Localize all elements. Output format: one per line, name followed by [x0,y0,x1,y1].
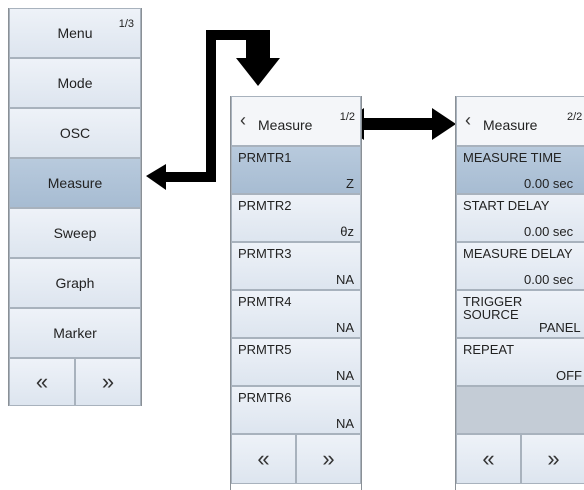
prmtr6-button[interactable]: PRMTR6 NA [231,386,361,434]
measure-delay-value: 0.00 sec [524,272,574,287]
prmtr3-button[interactable]: PRMTR3 NA [231,242,361,290]
measure-button[interactable]: Measure [9,158,141,208]
measure1-prev-button[interactable]: « [231,434,296,484]
empty-slot [456,386,584,434]
measure1-next-button[interactable]: » [296,434,361,484]
measure-button-label: Measure [47,175,103,191]
measure-title-1: Measure [258,117,313,133]
repeat-value: OFF [556,368,582,383]
start-delay-button[interactable]: START DELAY 0.00 sec [456,194,584,242]
prmtr3-value: NA [335,272,354,287]
menu-button-label: Menu [57,25,93,41]
prmtr2-label: PRMTR2 [238,198,292,213]
measure2-next-button[interactable]: » [521,434,584,484]
measure-page-indicator-1: 1/2 [339,111,355,123]
measure-page-indicator-2: 2/2 [567,111,583,123]
menu-button[interactable]: Menu 1/3 [9,8,141,58]
prmtr4-label: PRMTR4 [238,294,292,309]
marker-button[interactable]: Marker [9,308,141,358]
mode-button[interactable]: Mode [9,58,141,108]
menu-panel: Menu 1/3 Mode OSC Measure Sweep Graph Ma… [8,8,142,406]
repeat-button[interactable]: REPEAT OFF [456,338,584,386]
trigger-source-button[interactable]: TRIGGER SOURCE PANEL [456,290,584,338]
measure2-prev-button[interactable]: « [456,434,521,484]
osc-button-label: OSC [59,125,91,141]
prmtr1-label: PRMTR1 [238,150,292,165]
prmtr4-button[interactable]: PRMTR4 NA [231,290,361,338]
prmtr1-value: Z [346,176,354,191]
menu-prev-button[interactable]: « [9,358,75,406]
measure-title-2: Measure [483,117,538,133]
prmtr1-button[interactable]: PRMTR1 Z [231,146,361,194]
measure-nav-row-2: « » [456,434,584,484]
osc-button[interactable]: OSC [9,108,141,158]
graph-button-label: Graph [55,275,95,291]
measure-panel-page-1: ‹ Measure 1/2 PRMTR1 Z PRMTR2 θz PRMTR3 … [230,96,362,490]
start-delay-label: START DELAY [463,198,550,213]
prmtr4-value: NA [335,320,354,335]
prmtr5-button[interactable]: PRMTR5 NA [231,338,361,386]
measure-panel-page-2: ‹ Measure 2/2 MEASURE TIME 0.00 sec STAR… [455,96,584,490]
repeat-label: REPEAT [463,342,515,357]
measure-header-2[interactable]: ‹ Measure 2/2 [456,96,584,146]
start-delay-value: 0.00 sec [524,224,574,239]
measure-time-label: MEASURE TIME [463,150,562,165]
measure-time-button[interactable]: MEASURE TIME 0.00 sec [456,146,584,194]
prmtr6-label: PRMTR6 [238,390,292,405]
prmtr2-button[interactable]: PRMTR2 θz [231,194,361,242]
sweep-button-label: Sweep [53,225,97,241]
back-chevron-icon[interactable]: ‹ [465,110,471,131]
menu-nav-row: « » [9,358,141,406]
graph-button[interactable]: Graph [9,258,141,308]
measure-header-1[interactable]: ‹ Measure 1/2 [231,96,361,146]
measure-delay-label: MEASURE DELAY [463,246,573,261]
prmtr5-value: NA [335,368,354,383]
back-chevron-icon[interactable]: ‹ [240,110,246,131]
measure-nav-row-1: « » [231,434,361,484]
menu-page-indicator: 1/3 [118,18,134,30]
trigger-source-label-line2: SOURCE [463,307,519,322]
marker-button-label: Marker [53,325,97,341]
measure-time-value: 0.00 sec [524,176,574,191]
sweep-button[interactable]: Sweep [9,208,141,258]
trigger-source-value: PANEL [539,320,581,335]
prmtr6-value: NA [335,416,354,431]
menu-next-button[interactable]: » [75,358,141,406]
measure-delay-button[interactable]: MEASURE DELAY 0.00 sec [456,242,584,290]
mode-button-label: Mode [57,75,93,91]
trigger-source-label: TRIGGER SOURCE [463,295,522,321]
prmtr2-value: θz [340,224,354,239]
prmtr5-label: PRMTR5 [238,342,292,357]
prmtr3-label: PRMTR3 [238,246,292,261]
